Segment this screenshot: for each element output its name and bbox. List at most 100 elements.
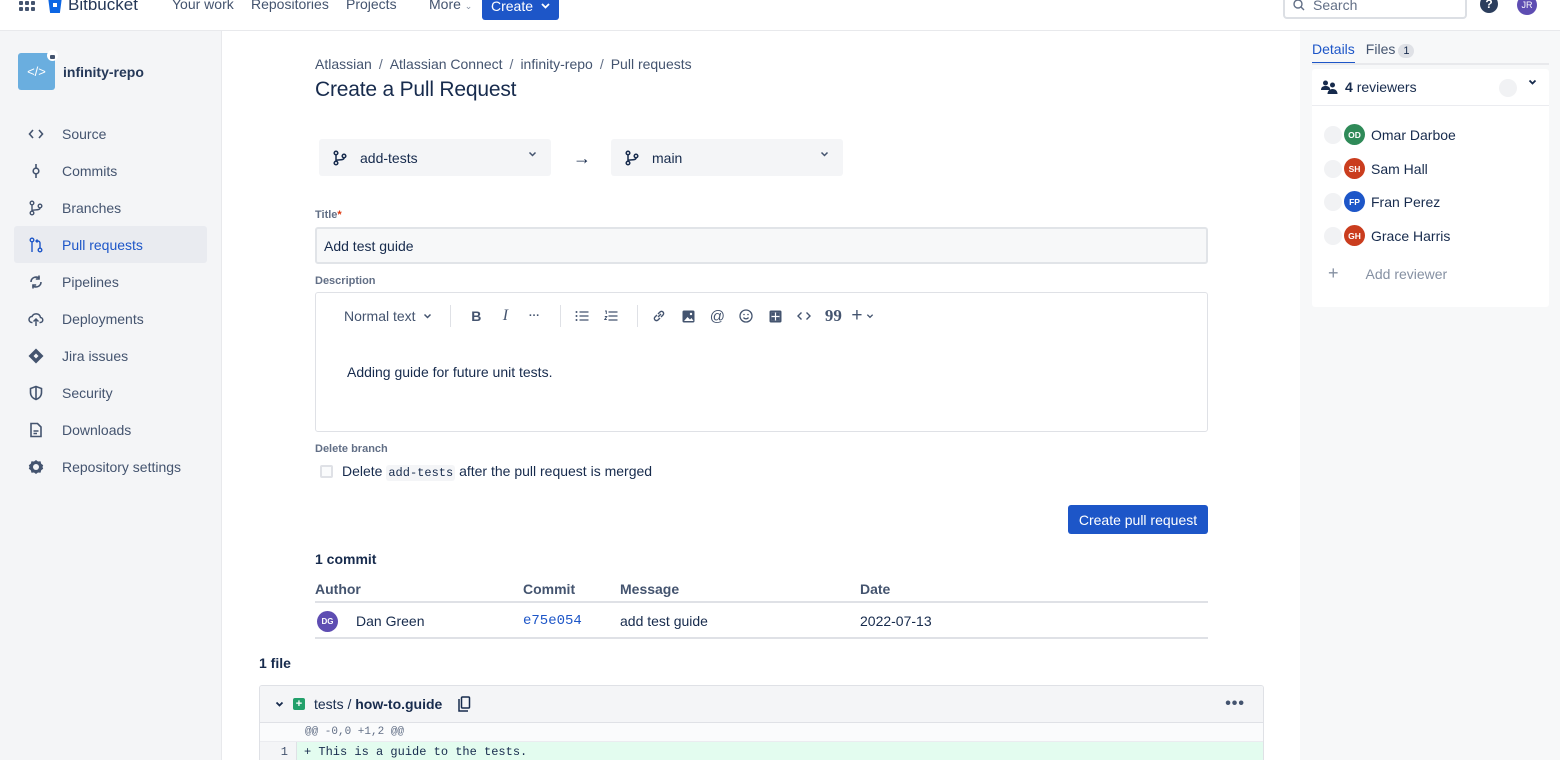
source-branch-select[interactable]: add-tests [319,139,551,176]
pull-request-icon [28,237,44,253]
sidebar-item-security[interactable]: Security [14,374,207,411]
sidebar-item-repository-settings[interactable]: Repository settings [14,448,207,485]
quote-icon[interactable]: 99 [822,305,844,327]
files-count-badge: 1 [1398,44,1415,58]
description-label: Description [315,275,376,287]
reviewer-name: Sam Hall [1371,160,1428,177]
link-icon[interactable] [648,305,670,327]
code-block-icon[interactable] [793,305,815,327]
reviewers-header[interactable]: 4 reviewers [1312,69,1549,106]
emoji-icon[interactable] [735,305,757,327]
reviewer-avatar: FP [1344,191,1365,212]
reviewer-item[interactable]: GH Grace Harris [1324,225,1450,246]
breadcrumb-item[interactable]: Atlassian [315,56,372,72]
reviewer-avatar: OD [1344,124,1365,145]
details-panel: Details Files 1 4 reviewers OD Omar Darbo… [1300,31,1560,760]
approval-status-icon [1324,226,1342,245]
reviewer-item[interactable]: SH Sam Hall [1324,158,1428,179]
sidebar-item-jira-issues[interactable]: Jira issues [14,337,207,374]
lock-icon [47,50,58,61]
create-label: Create [490,0,534,14]
author-name: Dan Green [356,613,425,629]
commit-icon [28,163,44,179]
insert-menu-button[interactable]: + [851,305,874,327]
add-reviewer-button[interactable]: + Add reviewer [1328,263,1447,284]
breadcrumb-item[interactable]: infinity-repo [520,56,592,72]
title-input[interactable]: Add test guide [315,227,1208,264]
sidebar-item-label: Deployments [62,310,144,327]
tab-files[interactable]: Files 1 [1366,41,1415,64]
create-pull-request-button[interactable]: Create pull request [1068,505,1208,534]
breadcrumb-item[interactable]: Pull requests [611,56,692,72]
more-formatting-button[interactable]: ··· [523,305,545,327]
sidebar-item-deployments[interactable]: Deployments [14,300,207,337]
reviewer-avatar: GH [1344,225,1365,246]
commit-hash-link[interactable]: e75e054 [523,613,582,629]
file-diff: + tests / how-to.guide ••• @@ -0,0 +1,2 … [259,685,1264,760]
italic-button[interactable]: I [494,305,516,327]
branch-icon [333,149,347,166]
sidebar-item-source[interactable]: Source [14,115,207,152]
cloud-upload-icon [28,311,44,327]
sidebar-item-branches[interactable]: Branches [14,189,207,226]
bullet-list-icon[interactable] [571,305,593,327]
help-icon[interactable]: ? [1480,0,1498,13]
title-label: Title* [315,209,342,221]
user-avatar[interactable]: JR [1517,0,1537,15]
chevron-down-icon [424,313,432,319]
sidebar-item-label: Repository settings [62,458,182,475]
repo-header[interactable]: </> infinity-repo [18,50,144,90]
description-text: Adding guide for future unit tests. [347,364,553,380]
delete-branch-checkbox[interactable] [320,465,333,478]
bitbucket-logo[interactable]: Bitbucket [48,0,138,15]
breadcrumb-item[interactable]: Atlassian Connect [390,56,503,72]
sidebar-item-pull-requests[interactable]: Pull requests [14,226,207,263]
delete-branch-option[interactable]: Delete add-tests after the pull request … [320,463,652,481]
sidebar-item-pipelines[interactable]: Pipelines [14,263,207,300]
description-editor[interactable]: Normal text B I ··· @ 99 + Adding guide … [315,292,1208,432]
nav-more[interactable]: More ⌄ [429,0,472,12]
page-title: Create a Pull Request [315,78,517,101]
text-style-dropdown[interactable]: Normal text [344,305,432,327]
file-name: how-to.guide [355,696,443,712]
search-input[interactable]: Search [1283,0,1467,19]
title-value: Add test guide [324,237,414,254]
column-message: Message [620,581,680,597]
reviewer-item[interactable]: FP Fran Perez [1324,191,1440,212]
target-branch-select[interactable]: main [611,139,843,176]
toolbar-divider [450,305,452,327]
chevron-down-icon[interactable] [275,701,284,707]
sidebar-item-downloads[interactable]: Downloads [14,411,207,448]
toolbar-divider [560,305,562,327]
tab-details[interactable]: Details [1312,41,1355,64]
people-icon [1321,80,1338,94]
file-added-icon: + [293,698,305,710]
nav-projects[interactable]: Projects [346,0,397,12]
bold-button[interactable]: B [465,305,487,327]
reviewer-item[interactable]: OD Omar Darboe [1324,124,1456,145]
breadcrumb: Atlassian / Atlassian Connect / infinity-r… [315,56,692,72]
numbered-list-icon[interactable] [600,305,622,327]
nav-repositories[interactable]: Repositories [251,0,329,12]
image-icon[interactable] [677,305,699,327]
mention-icon[interactable]: @ [706,305,728,327]
editor-toolbar: Normal text B I ··· @ 99 + [344,305,881,327]
branch-icon [625,149,639,166]
table-icon[interactable] [764,305,786,327]
plus-icon: + [1328,263,1339,283]
branch-icon [28,200,44,216]
chevron-down-icon[interactable] [1528,79,1537,85]
app-switcher-icon[interactable] [19,0,35,11]
sidebar-item-commits[interactable]: Commits [14,152,207,189]
column-author: Author [315,581,361,597]
create-button[interactable]: Create [482,0,559,20]
nav-your-work[interactable]: Your work [172,0,234,12]
line-number: 1 [260,742,297,760]
panel-tabs: Details Files 1 [1312,41,1415,64]
sidebar: </> infinity-repo Source Commits Branche… [0,31,222,760]
copy-icon[interactable] [457,696,471,712]
approval-status-icon [1324,192,1342,211]
main-content: Atlassian / Atlassian Connect / infinity-r… [222,31,1300,760]
more-actions-icon[interactable]: ••• [1225,695,1245,713]
table-header: Author Commit Message Date [315,576,1208,603]
